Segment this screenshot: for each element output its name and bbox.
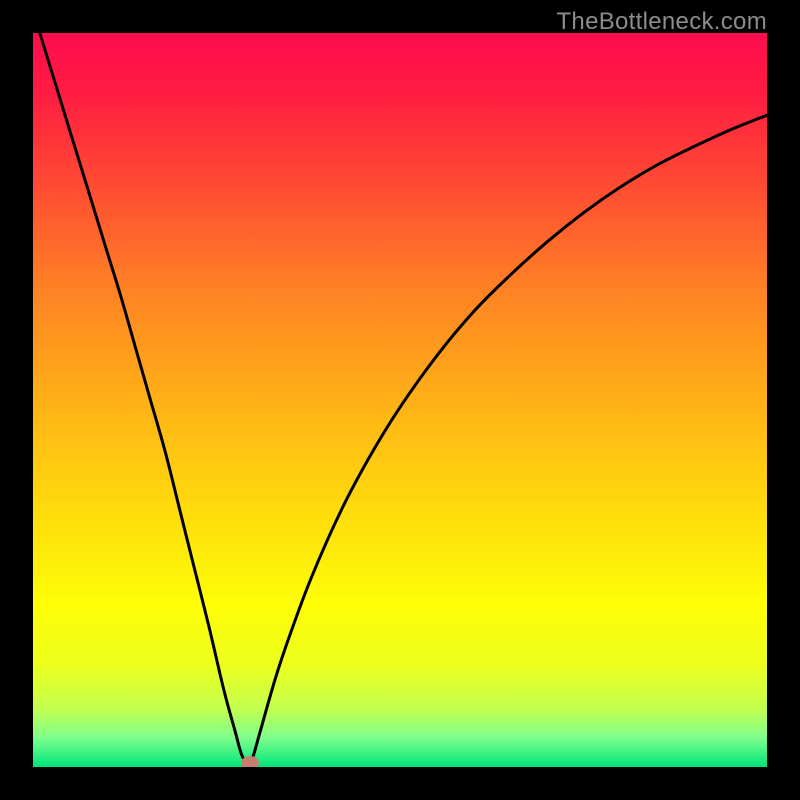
chart-svg [33,33,767,767]
watermark-text: TheBottleneck.com [556,8,767,36]
plot-area [33,33,767,767]
gradient-background [33,33,767,767]
optimal-point-marker [241,756,259,767]
chart-frame: TheBottleneck.com [0,0,800,800]
